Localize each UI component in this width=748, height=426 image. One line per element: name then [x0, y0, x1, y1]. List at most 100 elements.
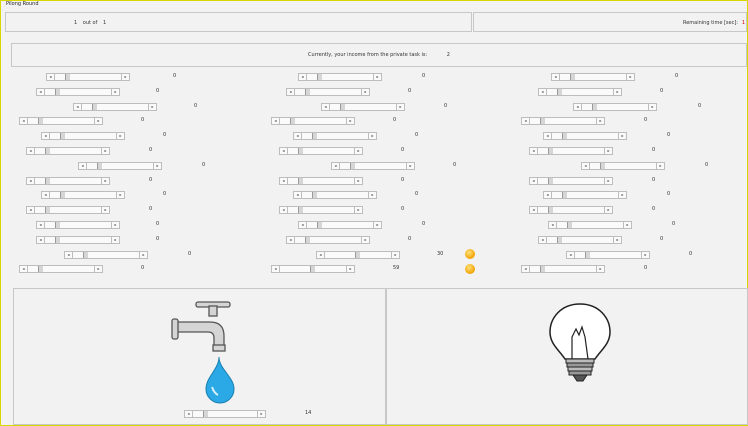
- allocation-slider[interactable]: ◂ ▸: [548, 221, 632, 229]
- slider-left-arrow[interactable]: ◂: [530, 207, 538, 214]
- slider-thumb[interactable]: [585, 251, 590, 258]
- timer-panel: Remaining time [sec]: 1: [473, 12, 747, 32]
- allocation-slider[interactable]: ◂ ▸: [551, 73, 635, 81]
- slider-left-arrow[interactable]: ◂: [185, 411, 193, 417]
- slider-value: 0: [667, 132, 671, 139]
- slider-right-arrow[interactable]: ▸: [604, 148, 612, 154]
- timer-value: 1: [741, 20, 745, 26]
- slider-value: 0: [660, 235, 664, 242]
- slider-thumb[interactable]: [570, 74, 575, 80]
- slider-right-arrow[interactable]: ▸: [604, 207, 612, 214]
- slider-thumb[interactable]: [548, 177, 553, 184]
- tap-slider[interactable]: ◂ ▸: [184, 410, 266, 418]
- slider-thumb[interactable]: [548, 207, 553, 214]
- coin-icon: [465, 249, 475, 259]
- slider-thumb[interactable]: [600, 162, 605, 169]
- slider-value: 0: [652, 206, 656, 213]
- slider-left-arrow[interactable]: ◂: [567, 251, 575, 258]
- allocation-slider[interactable]: ◂ ▸: [521, 117, 605, 126]
- slider-left-arrow[interactable]: ◂: [549, 222, 557, 228]
- slider-row: ◂ ▸ 0: [1, 87, 741, 96]
- slider-row: ◂ ▸ 0: [1, 146, 741, 155]
- slider-thumb[interactable]: [203, 411, 208, 417]
- allocation-slider[interactable]: ◂ ▸: [538, 235, 622, 244]
- slider-value: 0: [652, 147, 656, 153]
- slider-thumb[interactable]: [562, 192, 567, 199]
- allocation-slider[interactable]: ◂ ▸: [543, 132, 627, 141]
- water-drop-icon: [205, 356, 235, 404]
- round-panel: 1 out of 1: [5, 12, 472, 32]
- slider-row: ◂ ▸ 0: [1, 264, 741, 274]
- slider-value: 0: [689, 250, 693, 257]
- slider-value: 0: [705, 161, 709, 168]
- slider-row: ◂ ▸ 0: [1, 250, 741, 259]
- slider-value: 0: [672, 221, 676, 227]
- slider-value: 0: [660, 87, 664, 94]
- slider-left-arrow[interactable]: ◂: [544, 192, 552, 199]
- slider-left-arrow[interactable]: ◂: [522, 118, 530, 125]
- slider-thumb[interactable]: [562, 133, 567, 140]
- tap-panel: ◂ ▸ 14: [13, 288, 386, 425]
- slider-left-arrow[interactable]: ◂: [552, 74, 560, 80]
- allocation-slider[interactable]: ◂ ▸: [529, 176, 613, 185]
- slider-row: ◂ ▸ 0: [1, 161, 741, 170]
- slider-row: ◂ ▸ 0: [1, 176, 741, 185]
- slider-thumb[interactable]: [592, 103, 597, 110]
- allocation-slider[interactable]: ◂ ▸: [573, 102, 657, 111]
- slider-right-arrow[interactable]: ▸: [626, 74, 634, 80]
- timer-label: Remaining time [sec]:: [682, 20, 738, 26]
- slider-left-arrow[interactable]: ◂: [530, 148, 538, 154]
- slider-thumb[interactable]: [548, 148, 553, 154]
- slider-thumb[interactable]: [540, 118, 545, 125]
- round-of: out of: [82, 20, 98, 26]
- round-indicator: 1 out of 1: [74, 20, 110, 26]
- slider-left-arrow[interactable]: ◂: [522, 266, 530, 273]
- slider-value: 0: [667, 191, 671, 198]
- slider-right-arrow[interactable]: ▸: [596, 118, 604, 125]
- slider-left-arrow[interactable]: ◂: [539, 236, 547, 243]
- slider-right-arrow[interactable]: ▸: [257, 411, 265, 417]
- slider-row: ◂ ▸ 0: [1, 190, 741, 200]
- slider-value: 0: [644, 117, 648, 124]
- allocation-slider[interactable]: ◂ ▸: [566, 250, 650, 259]
- slider-value: 0: [652, 176, 656, 183]
- slider-left-arrow[interactable]: ◂: [574, 103, 582, 110]
- slider-right-arrow[interactable]: ▸: [618, 133, 626, 140]
- slider-row: ◂ ▸ 0: [1, 205, 741, 215]
- slider-left-arrow[interactable]: ◂: [539, 88, 547, 95]
- slider-right-arrow[interactable]: ▸: [613, 236, 621, 243]
- slider-row: ◂ ▸ 0: [1, 116, 741, 126]
- slider-thumb[interactable]: [540, 266, 545, 273]
- round-current: 1: [74, 20, 78, 26]
- income-value: 2: [446, 52, 450, 58]
- app-window: Pilong Round 1 out of 1 Remaining time […: [0, 0, 748, 426]
- allocation-slider[interactable]: ◂ ▸: [529, 206, 613, 215]
- slider-thumb[interactable]: [557, 88, 562, 95]
- slider-right-arrow[interactable]: ▸: [596, 266, 604, 273]
- round-total: 1: [102, 20, 107, 26]
- allocation-slider[interactable]: ◂ ▸: [581, 161, 665, 170]
- slider-value: 0: [675, 73, 679, 79]
- allocation-slider[interactable]: ◂ ▸: [543, 191, 627, 200]
- slider-right-arrow[interactable]: ▸: [613, 88, 621, 95]
- slider-value: 0: [644, 265, 648, 272]
- slider-left-arrow[interactable]: ◂: [530, 177, 538, 184]
- allocation-slider[interactable]: ◂ ▸: [529, 147, 613, 155]
- slider-right-arrow[interactable]: ▸: [618, 192, 626, 199]
- slider-left-arrow[interactable]: ◂: [582, 162, 590, 169]
- slider-right-arrow[interactable]: ▸: [648, 103, 656, 110]
- tap-slider-value: 14: [305, 410, 312, 416]
- slider-row: ◂ ▸ 0: [1, 102, 741, 111]
- slider-right-arrow[interactable]: ▸: [656, 162, 664, 169]
- water-tap-icon: [171, 301, 235, 404]
- slider-thumb[interactable]: [567, 222, 572, 228]
- slider-value: 0: [698, 102, 702, 109]
- income-label: Currently, your income from the private …: [308, 52, 428, 58]
- slider-right-arrow[interactable]: ▸: [641, 251, 649, 258]
- allocation-slider[interactable]: ◂ ▸: [521, 265, 605, 274]
- slider-right-arrow[interactable]: ▸: [604, 177, 612, 184]
- slider-thumb[interactable]: [557, 236, 562, 243]
- slider-left-arrow[interactable]: ◂: [544, 133, 552, 140]
- allocation-slider[interactable]: ◂ ▸: [538, 87, 622, 96]
- slider-right-arrow[interactable]: ▸: [623, 222, 631, 228]
